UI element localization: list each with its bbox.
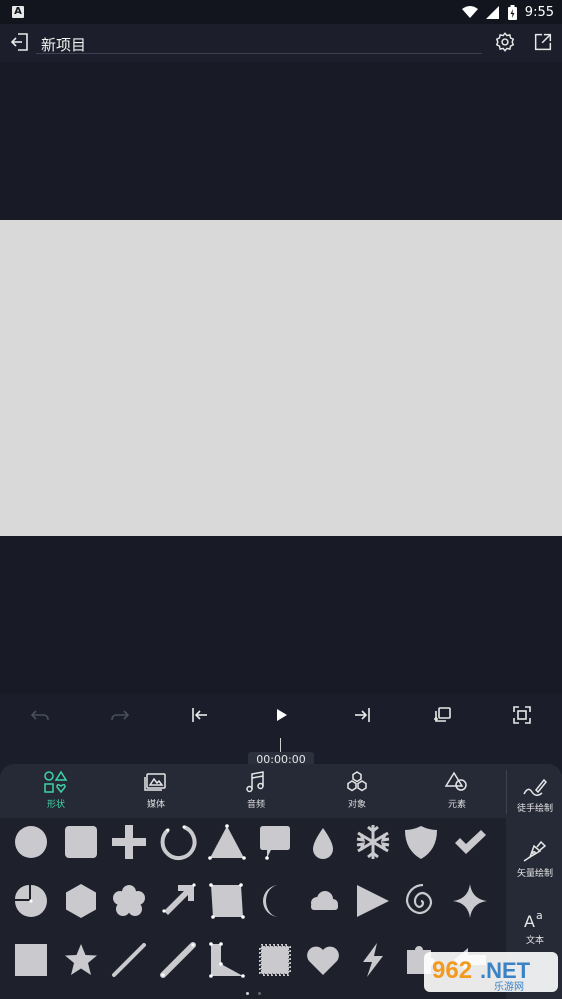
quadrilateral-shape[interactable] bbox=[207, 881, 247, 921]
playback-controls bbox=[0, 694, 562, 736]
snowflake-shape[interactable] bbox=[353, 822, 393, 862]
circle-shape[interactable] bbox=[11, 822, 51, 862]
plus-shape[interactable] bbox=[109, 822, 149, 862]
shapes-icon bbox=[44, 770, 68, 794]
tab-objects[interactable]: 对象 bbox=[327, 770, 387, 814]
status-time: 9:55 bbox=[524, 4, 554, 20]
tab-label: 元素 bbox=[447, 800, 466, 810]
export-icon[interactable] bbox=[532, 31, 554, 53]
svg-text:962: 962 bbox=[432, 957, 472, 984]
stamp-shape[interactable] bbox=[255, 940, 295, 980]
flower-shape[interactable] bbox=[109, 881, 149, 921]
heart-shape[interactable] bbox=[303, 940, 343, 980]
drop-shape[interactable] bbox=[303, 822, 343, 862]
text-tool-button[interactable]: A a 文本 bbox=[508, 908, 562, 946]
page-dot bbox=[258, 992, 261, 995]
site-watermark: 962 .NET 乐游网 bbox=[422, 948, 560, 996]
skip-to-end-icon[interactable] bbox=[350, 703, 374, 727]
crescent-shape[interactable] bbox=[255, 881, 295, 921]
freehand-pen-icon bbox=[523, 778, 548, 796]
tab-media[interactable]: 媒体 bbox=[126, 770, 186, 814]
triangle-shape[interactable] bbox=[207, 822, 247, 862]
ring-shape[interactable] bbox=[158, 822, 198, 862]
tool-label: 文本 bbox=[525, 936, 544, 946]
shield-shape[interactable] bbox=[401, 822, 441, 862]
media-icon bbox=[144, 773, 166, 791]
notification-app-icon: A bbox=[12, 6, 24, 18]
tab-divider bbox=[506, 770, 507, 814]
svg-text:乐游网: 乐游网 bbox=[494, 980, 524, 993]
checkmark-shape[interactable] bbox=[450, 822, 490, 862]
hexagon-shape[interactable] bbox=[61, 881, 101, 921]
svg-text:.NET: .NET bbox=[480, 958, 531, 983]
svg-text:A: A bbox=[524, 912, 535, 930]
svg-text:a: a bbox=[536, 909, 543, 922]
objects-icon bbox=[347, 771, 367, 792]
wifi-icon bbox=[461, 5, 478, 18]
freehand-draw-button[interactable]: 徒手绘制 bbox=[508, 776, 562, 814]
tab-label: 媒体 bbox=[146, 800, 165, 810]
tab-elements[interactable]: 元素 bbox=[427, 770, 487, 814]
page-indicator bbox=[244, 992, 264, 996]
undo-icon[interactable] bbox=[28, 703, 52, 727]
watermark-logo: 962 .NET 乐游网 bbox=[424, 952, 558, 993]
pencil-line-shape[interactable] bbox=[158, 940, 198, 980]
tab-label: 音频 bbox=[246, 800, 265, 810]
status-bar: A 9:55 bbox=[0, 0, 562, 24]
star-shape[interactable] bbox=[61, 940, 101, 980]
tool-label: 矢量绘制 bbox=[516, 869, 553, 879]
tab-audio[interactable]: 音频 bbox=[226, 770, 286, 814]
exit-icon[interactable] bbox=[8, 30, 32, 54]
spiral-shape[interactable] bbox=[401, 881, 441, 921]
tab-shapes[interactable]: 形状 bbox=[26, 770, 86, 814]
tool-label: 徒手绘制 bbox=[516, 804, 553, 814]
rounded-square-shape[interactable] bbox=[61, 822, 101, 862]
pie-shape[interactable] bbox=[11, 881, 51, 921]
category-tabs: 形状 媒体 音频 对象 元素 bbox=[0, 764, 506, 816]
skip-to-start-icon[interactable] bbox=[188, 703, 212, 727]
line-shape[interactable] bbox=[109, 940, 149, 980]
tab-label: 对象 bbox=[347, 800, 366, 810]
vector-draw-button[interactable]: 矢量绘制 bbox=[508, 839, 562, 879]
elements-icon bbox=[444, 771, 467, 791]
duplicate-frame-icon[interactable] bbox=[430, 703, 454, 727]
project-title[interactable]: 新项目 bbox=[41, 34, 86, 55]
signal-icon bbox=[485, 5, 499, 19]
redo-icon[interactable] bbox=[108, 703, 132, 727]
play-icon[interactable] bbox=[269, 703, 293, 727]
vector-pen-icon bbox=[523, 840, 547, 862]
header-toolbar: 新项目 bbox=[0, 24, 562, 62]
text-icon: A a bbox=[524, 909, 543, 930]
battery-icon bbox=[507, 4, 517, 20]
arrow-shape[interactable] bbox=[158, 881, 198, 921]
play-triangle-shape[interactable] bbox=[353, 881, 393, 921]
tab-label: 形状 bbox=[46, 800, 65, 810]
cloud-shape[interactable] bbox=[303, 881, 343, 921]
page-dot-active bbox=[246, 992, 249, 995]
square-shape[interactable] bbox=[11, 940, 51, 980]
fullscreen-icon[interactable] bbox=[510, 703, 534, 727]
corner-polygon-shape[interactable] bbox=[207, 940, 247, 980]
title-underline bbox=[36, 53, 482, 54]
timeline[interactable]: 00:00:00 bbox=[0, 736, 562, 768]
music-note-icon bbox=[246, 771, 264, 793]
project-canvas[interactable] bbox=[0, 220, 562, 536]
lightning-shape[interactable] bbox=[353, 940, 393, 980]
settings-icon[interactable] bbox=[494, 31, 516, 53]
speech-bubble-shape[interactable] bbox=[255, 822, 295, 862]
sparkle-star-shape[interactable] bbox=[450, 881, 490, 921]
